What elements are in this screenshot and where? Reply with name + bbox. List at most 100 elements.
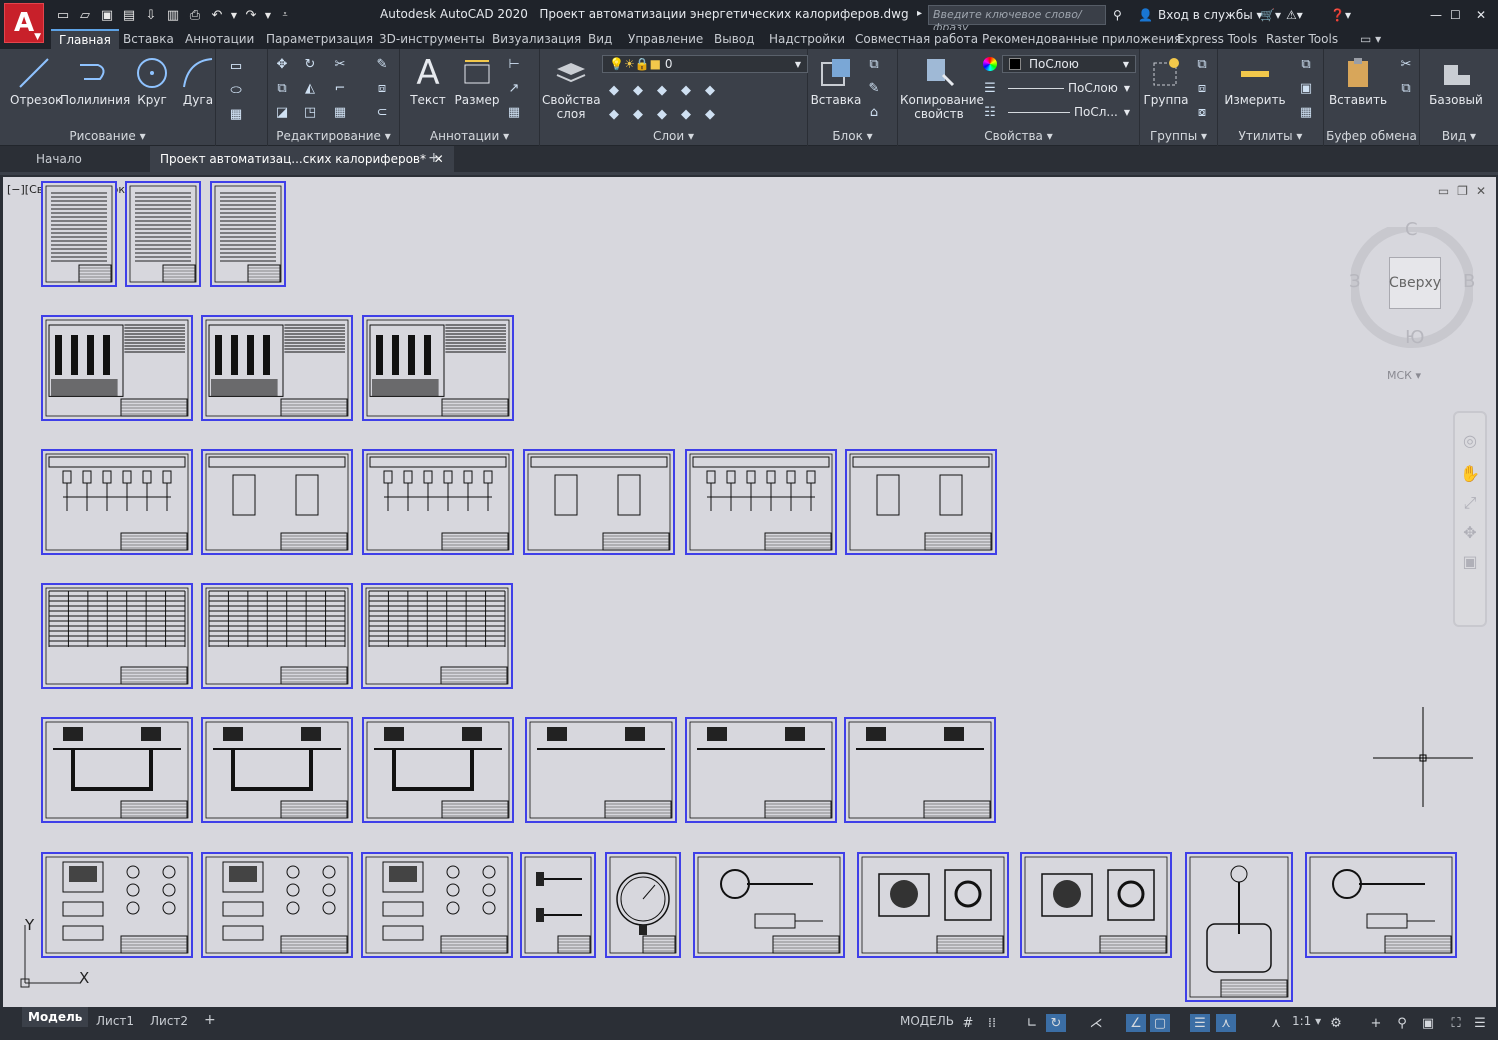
tab-start[interactable]: Начало <box>36 152 82 166</box>
save-as-icon[interactable]: ▤ <box>118 6 140 24</box>
viewcube[interactable]: Сверху С Ю З В МСК ▾ <box>1349 219 1475 382</box>
drawing-sheet[interactable] <box>41 449 193 555</box>
compass-west[interactable]: З <box>1349 271 1361 292</box>
layer-properties-button[interactable]: Свойства слоя <box>542 53 601 121</box>
drawing-sheet[interactable] <box>41 583 193 689</box>
explode-icon[interactable]: ⧈ <box>372 79 392 97</box>
drawing-sheet[interactable] <box>857 852 1009 958</box>
add-layout-icon[interactable]: + <box>204 1012 216 1028</box>
select-all-icon[interactable]: ▣ <box>1296 79 1316 97</box>
layer-tool-icon-7[interactable]: ◆ <box>628 105 648 123</box>
clean-screen-icon[interactable]: ⛶ <box>1446 1014 1466 1032</box>
compass-south[interactable]: Ю <box>1405 327 1424 348</box>
lineweight-icon[interactable]: ☷ <box>980 103 1000 121</box>
group-edit-icon[interactable]: ⧈ <box>1192 79 1212 97</box>
array-icon[interactable]: ▦ <box>330 103 350 121</box>
drawing-sheet[interactable] <box>41 181 117 287</box>
hatch-icon-2[interactable]: ▦ <box>226 105 246 123</box>
scale-dropdown[interactable]: 1:1 ▾ <box>1292 1014 1321 1028</box>
measure-button[interactable]: Измерить <box>1222 53 1288 107</box>
drawing-sheet[interactable] <box>845 449 997 555</box>
drawing-sheet[interactable] <box>41 717 193 823</box>
layer-dropdown[interactable]: 💡☀🔒■ 0 ▼ <box>602 55 808 73</box>
ribbon-tab-12[interactable]: Express Tools <box>1177 32 1257 46</box>
create-block-icon[interactable]: ⧉ <box>864 55 884 73</box>
minimize-icon[interactable]: ▭ <box>1438 184 1449 198</box>
web-mobile-icon[interactable]: ⇩ <box>140 6 162 24</box>
scale-icon[interactable]: ◳ <box>300 103 320 121</box>
trim-icon[interactable]: ✂ <box>330 55 350 73</box>
edit-block-icon[interactable]: ✎ <box>864 79 884 97</box>
circle-button[interactable]: Круг <box>132 53 172 107</box>
drawing-sheet[interactable] <box>605 852 681 958</box>
save-icon[interactable]: ▣ <box>96 6 118 24</box>
close-icon[interactable]: ✕ <box>1476 8 1486 22</box>
rotate-icon[interactable]: ↻ <box>300 55 320 73</box>
arc-button[interactable]: Дуга <box>178 53 218 107</box>
utilities-panel-title[interactable]: Утилиты ▾ <box>1218 129 1323 143</box>
ribbon-tab-4[interactable]: 3D-инструменты <box>379 32 485 46</box>
attribute-icon[interactable]: ⌂ <box>864 103 884 121</box>
drawing-sheet[interactable] <box>201 852 353 958</box>
drawing-sheet[interactable] <box>125 181 201 287</box>
text-button[interactable]: A Текст <box>406 53 450 107</box>
compass-east[interactable]: В <box>1463 271 1475 292</box>
line-button[interactable]: Отрезок <box>10 53 62 107</box>
orbit-icon[interactable]: ✥ <box>1455 523 1485 542</box>
drawing-sheet[interactable] <box>201 583 353 689</box>
compass-north[interactable]: С <box>1405 219 1418 240</box>
color-wheel-icon[interactable] <box>980 55 1000 73</box>
open-icon[interactable]: ▱ <box>74 6 96 24</box>
object-snap-icon[interactable]: ▢ <box>1150 1014 1170 1032</box>
layer-tool-icon-9[interactable]: ◆ <box>676 105 696 123</box>
application-menu-button[interactable]: A ▼ <box>4 3 44 43</box>
help-icon[interactable]: ❓▾ <box>1330 8 1351 22</box>
linetype-dropdown[interactable]: ПоСлою ▼ <box>1002 79 1136 97</box>
group-select-icon[interactable]: ⧇ <box>1192 103 1212 121</box>
ribbon-tab-11[interactable]: Рекомендованные приложения <box>982 32 1181 46</box>
steering-wheel-icon[interactable]: ◎ <box>1455 431 1485 450</box>
layer-tool-icon-2[interactable]: ◆ <box>628 81 648 99</box>
redo-dropdown-icon[interactable]: ▼ <box>262 6 274 24</box>
drawing-sheet[interactable] <box>844 717 996 823</box>
drawing-sheet[interactable] <box>693 852 845 958</box>
drawing-sheet[interactable] <box>362 315 514 421</box>
drawing-sheet[interactable] <box>201 315 353 421</box>
ribbon-tab-2[interactable]: Аннотации <box>185 32 254 46</box>
move-icon[interactable]: ✥ <box>272 55 292 73</box>
search-input[interactable]: Введите ключевое слово/фразу <box>928 5 1106 34</box>
block-panel-title[interactable]: Блок ▾ <box>808 129 897 143</box>
plot-icon[interactable]: ⎙ <box>184 6 206 24</box>
new-tab-icon[interactable]: + <box>428 150 440 166</box>
user-icon[interactable]: 👤 <box>1138 8 1153 22</box>
insert-block-button[interactable]: Вставка <box>810 53 862 107</box>
linetype-icon[interactable]: ☰ <box>980 79 1000 97</box>
drawing-sheet[interactable] <box>520 852 596 958</box>
layer-tool-icon-1[interactable]: ◆ <box>604 81 624 99</box>
zoom-icon[interactable]: ⤢ <box>1455 493 1485 513</box>
polyline-button[interactable]: Полилиния <box>60 53 130 107</box>
tab-layout1[interactable]: Лист1 <box>96 1014 134 1028</box>
group-button[interactable]: Группа <box>1142 53 1190 107</box>
isodraft-icon[interactable]: ⋌ <box>1086 1014 1106 1032</box>
tab-model[interactable]: Модель <box>22 1007 89 1027</box>
copy-icon[interactable]: ⧉ <box>272 79 292 97</box>
drawing-sheet[interactable] <box>1305 852 1457 958</box>
ribbon-tab-8[interactable]: Вывод <box>714 32 754 46</box>
linear-dim-icon[interactable]: ⊢ <box>504 55 524 73</box>
customize-menu-icon[interactable]: ☰ <box>1470 1014 1490 1032</box>
layer-tool-icon-3[interactable]: ◆ <box>652 81 672 99</box>
undo-icon[interactable]: ↶ <box>206 6 228 24</box>
maximize-icon[interactable]: ☐ <box>1450 8 1461 22</box>
table-icon[interactable]: ▦ <box>504 103 524 121</box>
rectangle-icon-2[interactable]: ▭ <box>226 57 246 75</box>
annotation-panel-title[interactable]: Аннотации ▾ <box>400 129 539 143</box>
drawing-sheet[interactable] <box>361 852 513 958</box>
layer-tool-icon-4[interactable]: ◆ <box>676 81 696 99</box>
ortho-icon[interactable]: ∟ <box>1022 1014 1042 1032</box>
layer-tool-icon-8[interactable]: ◆ <box>652 105 672 123</box>
showmotion-icon[interactable]: ▣ <box>1455 552 1485 571</box>
view-panel-title[interactable]: Вид ▾ <box>1420 129 1498 143</box>
polar-icon[interactable]: ↻ <box>1046 1014 1066 1032</box>
drawing-sheet[interactable] <box>201 449 353 555</box>
